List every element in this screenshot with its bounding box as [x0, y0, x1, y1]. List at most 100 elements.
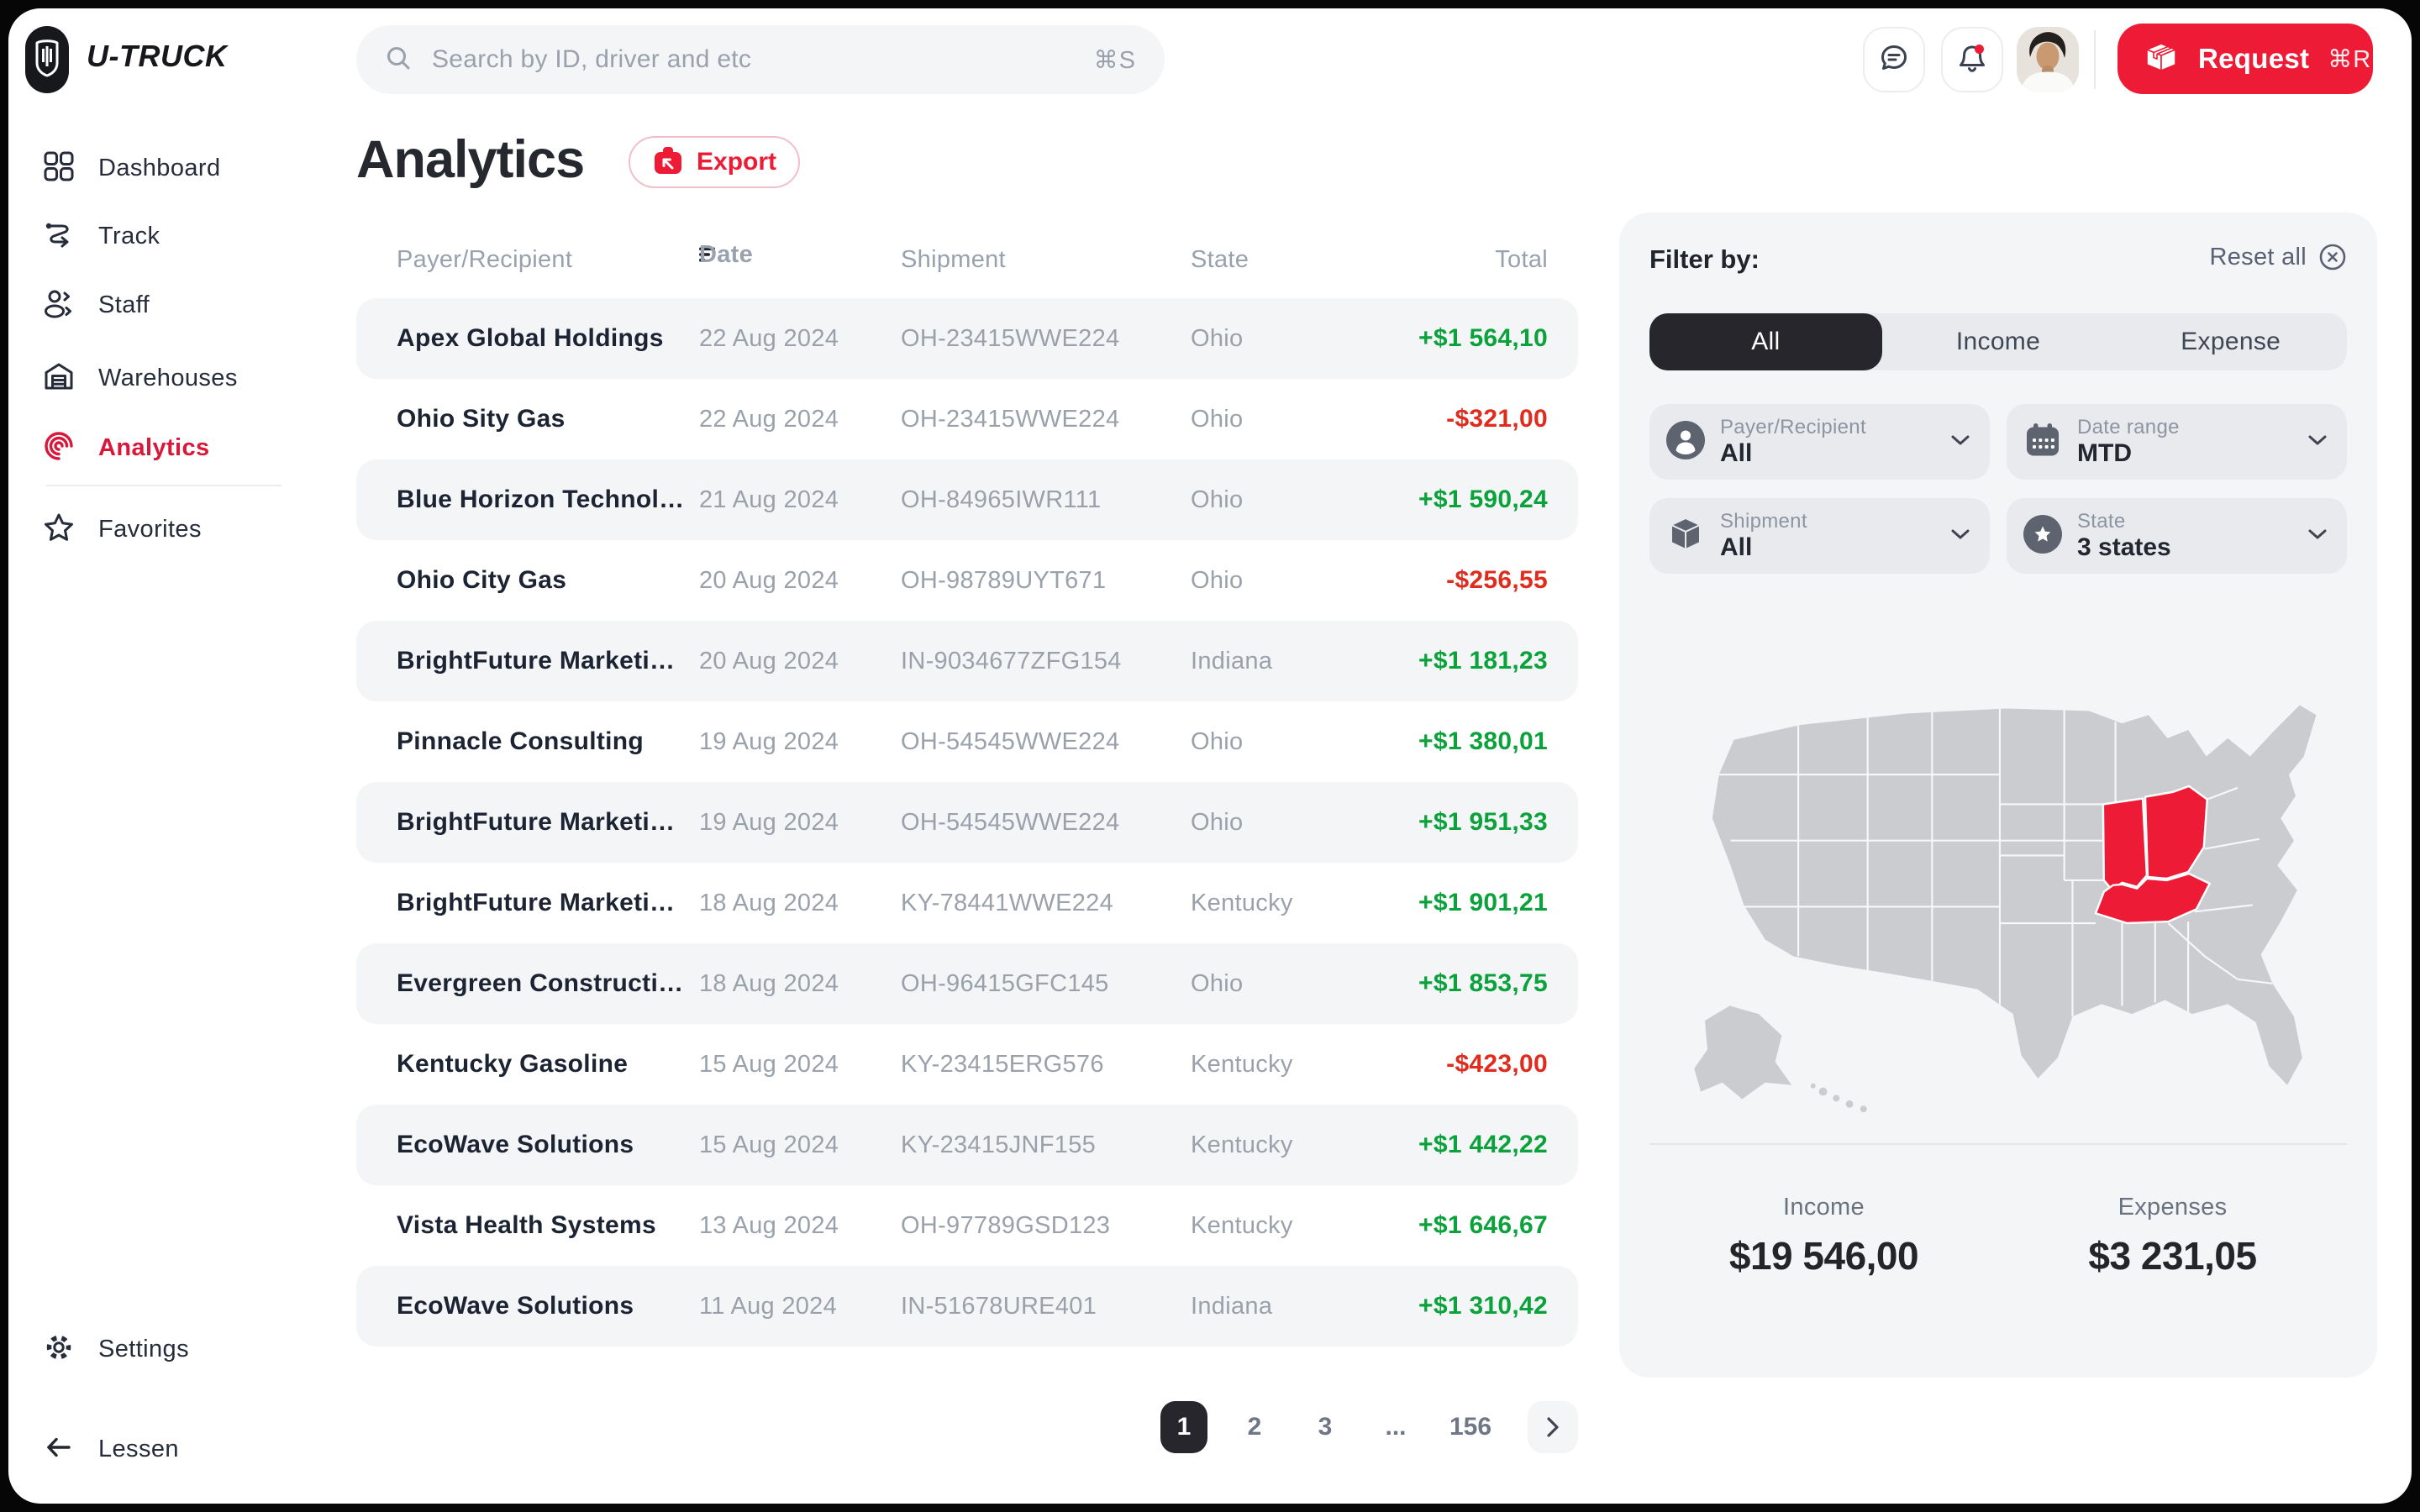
notification-dot: [1975, 45, 1984, 54]
cell-state: Kentucky: [1191, 1185, 1293, 1266]
cell-payer: EcoWave Solutions: [397, 1105, 634, 1185]
table-row[interactable]: Evergreen Constructi… 18 Aug 2024 OH-964…: [356, 943, 1578, 1024]
cell-total: +$1 564,10: [1418, 298, 1548, 379]
table-row[interactable]: EcoWave Solutions 11 Aug 2024 IN-51678UR…: [356, 1266, 1578, 1347]
chevron-right-icon: [1545, 1416, 1560, 1438]
dropdown-payer-recipient[interactable]: Payer/RecipientAll: [1649, 404, 1990, 480]
state-indiana[interactable]: [2103, 799, 2147, 890]
cell-payer: Pinnacle Consulting: [397, 701, 644, 782]
star-circle-icon: [2023, 515, 2062, 558]
cell-payer: Evergreen Constructi…: [397, 943, 683, 1024]
cell-state: Ohio: [1191, 782, 1243, 863]
state-alaska: [1694, 1005, 1791, 1099]
page-button[interactable]: 156: [1443, 1401, 1498, 1453]
totals-summary: Income $19 546,00 Expenses $3 231,05: [1649, 1194, 2347, 1278]
next-page-button[interactable]: [1528, 1401, 1578, 1453]
cell-total: -$256,55: [1446, 540, 1548, 621]
reset-all-button[interactable]: Reset all: [2209, 243, 2347, 271]
sidebar-item-staff[interactable]: Staff: [8, 278, 345, 332]
sidebar-item-settings[interactable]: Settings: [8, 1322, 345, 1376]
sidebar-item-label: Staff: [98, 291, 150, 319]
dropdown-shipment[interactable]: ShipmentAll: [1649, 498, 1990, 574]
column-header-total: Total: [1495, 246, 1548, 274]
request-shortcut: ⌘R: [2328, 45, 2371, 74]
table-row[interactable]: Ohio Sity Gas 22 Aug 2024 OH-23415WWE224…: [356, 379, 1578, 459]
cell-shipment: OH-54545WWE224: [901, 782, 1119, 863]
search-icon: [385, 45, 412, 76]
sidebar-item-label: Dashboard: [98, 155, 220, 182]
utruck-logo[interactable]: [25, 26, 69, 93]
cell-state: Ohio: [1191, 298, 1243, 379]
search-shortcut: ⌘S: [1094, 45, 1136, 75]
route-icon: [42, 218, 76, 255]
table-row[interactable]: BrightFuture Marketi… 18 Aug 2024 KY-784…: [356, 863, 1578, 943]
parcel-icon: [2143, 40, 2180, 78]
cube-icon: [1666, 515, 1705, 558]
expenses-summary: Expenses $3 231,05: [1998, 1194, 2347, 1278]
messages-button[interactable]: [1863, 27, 1925, 92]
filter-divider: [1649, 1143, 2347, 1145]
cell-date: 19 Aug 2024: [699, 701, 839, 782]
page-button[interactable]: ...: [1372, 1401, 1419, 1453]
dropdown-date-range[interactable]: Date rangeMTD: [2007, 404, 2347, 480]
cell-payer: Kentucky Gasoline: [397, 1024, 628, 1105]
brand-name: U-TRUCK: [87, 39, 227, 74]
request-button[interactable]: Request ⌘R: [2118, 24, 2373, 94]
dropdown-state[interactable]: State3 states: [2007, 498, 2347, 574]
column-header-date[interactable]: Date: [699, 246, 716, 263]
table-row[interactable]: Ohio City Gas 20 Aug 2024 OH-98789UYT671…: [356, 540, 1578, 621]
page-button[interactable]: 3: [1302, 1401, 1349, 1453]
search-input[interactable]: [432, 45, 1074, 74]
filter-tab[interactable]: All: [1649, 313, 1882, 370]
table-row[interactable]: BrightFuture Marketi… 19 Aug 2024 OH-545…: [356, 782, 1578, 863]
cell-payer: BrightFuture Marketi…: [397, 621, 675, 701]
search-bar[interactable]: ⌘S: [356, 25, 1165, 94]
table-row[interactable]: EcoWave Solutions 15 Aug 2024 KY-23415JN…: [356, 1105, 1578, 1185]
table-row[interactable]: Vista Health Systems 13 Aug 2024 OH-9778…: [356, 1185, 1578, 1266]
cell-date: 20 Aug 2024: [699, 621, 839, 701]
cell-total: +$1 853,75: [1418, 943, 1548, 1024]
table-row[interactable]: BrightFuture Marketi… 20 Aug 2024 IN-903…: [356, 621, 1578, 701]
cell-shipment: OH-97789GSD123: [901, 1185, 1110, 1266]
expenses-label: Expenses: [1998, 1194, 2347, 1221]
cell-total: +$1 951,33: [1418, 782, 1548, 863]
page-button[interactable]: 1: [1160, 1401, 1207, 1453]
sidebar-item-track[interactable]: Track: [8, 209, 345, 263]
cell-shipment: IN-9034677ZFG154: [901, 621, 1122, 701]
sidebar-collapse-button[interactable]: Lessen: [8, 1422, 345, 1476]
sidebar-item-dashboard[interactable]: Dashboard: [8, 141, 345, 195]
dashboard-icon: [42, 150, 76, 187]
arrow-left-icon: [42, 1431, 76, 1468]
chevron-down-icon: [2308, 434, 2327, 449]
notifications-button[interactable]: [1941, 27, 2003, 92]
sidebar-item-analytics[interactable]: Analytics: [8, 421, 345, 475]
table-row[interactable]: Kentucky Gasoline 15 Aug 2024 KY-23415ER…: [356, 1024, 1578, 1105]
page-button[interactable]: 2: [1231, 1401, 1278, 1453]
sidebar-item-favorites[interactable]: Favorites: [8, 502, 345, 556]
cell-state: Kentucky: [1191, 863, 1293, 943]
chevron-down-icon: [1951, 434, 1970, 449]
cell-payer: Apex Global Holdings: [397, 298, 664, 379]
income-label: Income: [1649, 1194, 1998, 1221]
bell-icon: [1955, 41, 1989, 79]
export-button[interactable]: Export: [629, 136, 800, 188]
sidebar-item-label: Track: [98, 223, 160, 250]
cell-total: +$1 380,01: [1418, 701, 1548, 782]
user-avatar[interactable]: [2017, 27, 2079, 92]
cell-state: Indiana: [1191, 1266, 1272, 1347]
person-circle-icon: [1666, 421, 1705, 464]
calendar-icon: [2023, 421, 2062, 464]
table-row[interactable]: Apex Global Holdings 22 Aug 2024 OH-2341…: [356, 298, 1578, 379]
cell-shipment: IN-51678URE401: [901, 1266, 1097, 1347]
cell-shipment: OH-96415GFC145: [901, 943, 1109, 1024]
sidebar-item-warehouses[interactable]: Warehouses: [8, 351, 345, 405]
table-row[interactable]: Blue Horizon Technol… 21 Aug 2024 OH-849…: [356, 459, 1578, 540]
us-map[interactable]: [1656, 633, 2340, 1120]
table-row[interactable]: Pinnacle Consulting 19 Aug 2024 OH-54545…: [356, 701, 1578, 782]
cell-total: +$1 590,24: [1418, 459, 1548, 540]
cell-state: Ohio: [1191, 943, 1243, 1024]
filter-tab[interactable]: Income: [1882, 313, 2115, 370]
cell-date: 19 Aug 2024: [699, 782, 839, 863]
chat-icon: [1877, 41, 1911, 79]
filter-tab[interactable]: Expense: [2114, 313, 2347, 370]
